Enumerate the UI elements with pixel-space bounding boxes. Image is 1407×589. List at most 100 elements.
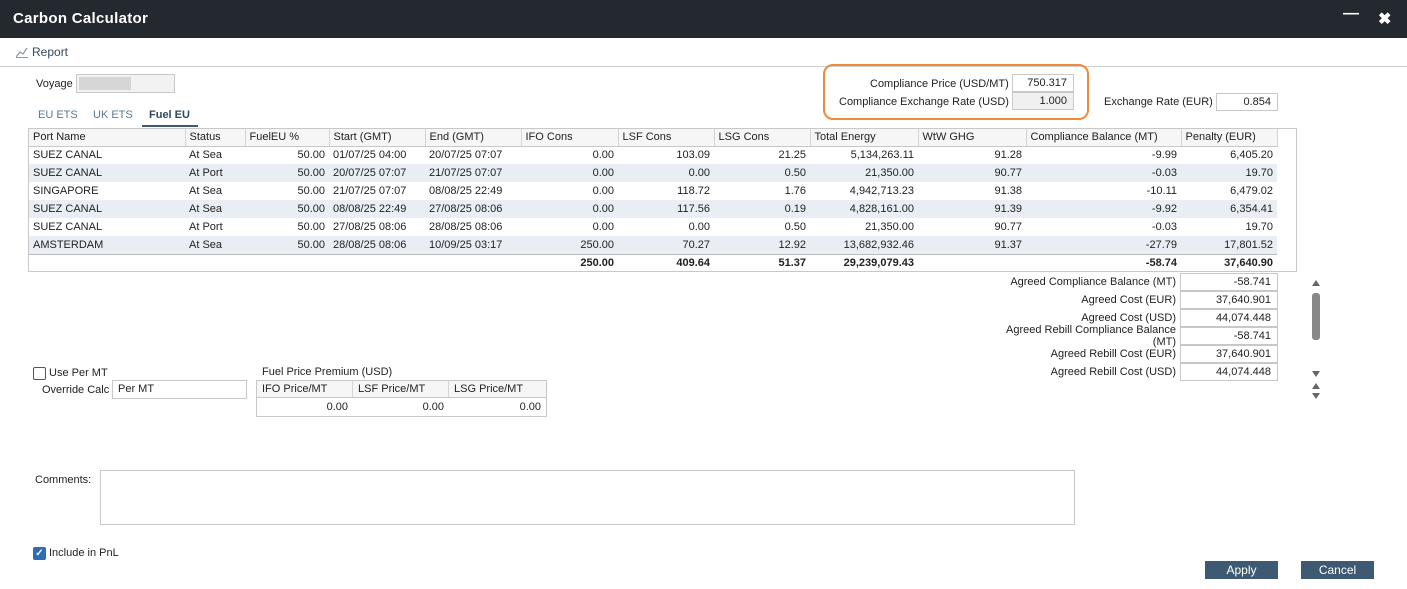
agreed-value-field[interactable]: 44,074.448 [1180, 363, 1278, 381]
total-cell: 51.37 [714, 253, 810, 271]
table-cell: 91.37 [918, 236, 1026, 254]
col-header-lsg[interactable]: LSG Cons [714, 129, 811, 147]
table-cell: 21,350.00 [810, 164, 918, 182]
table-cell: 50.00 [297, 185, 325, 197]
exchange-rate-label: Exchange Rate (EUR) [1104, 96, 1213, 108]
tab-eu-ets[interactable]: EU ETS [38, 109, 78, 121]
table-cell: 91.38 [994, 185, 1022, 197]
agreed-row: Agreed Rebill Cost (EUR) 37,640.901 [980, 345, 1278, 363]
exchange-rate-field[interactable]: 0.854 [1216, 93, 1278, 111]
table-cell: 13,682,932.46 [810, 236, 918, 254]
table-cell: 0.00 [521, 200, 618, 218]
scroll-down-small-icon[interactable] [1312, 393, 1320, 399]
table-cell: 21,350.00 [865, 221, 914, 233]
table-cell: 103.09 [676, 149, 710, 162]
table-cell: -9.99 [1151, 149, 1177, 162]
col-header-compliance-balance[interactable]: Compliance Balance (MT) [1026, 129, 1182, 147]
col-header-end[interactable]: End (GMT) [425, 129, 522, 147]
apply-button[interactable]: Apply [1205, 561, 1278, 579]
table-cell: 5,134,263.11 [850, 149, 914, 162]
tab-uk-ets[interactable]: UK ETS [93, 109, 133, 121]
grid-scrollbar[interactable] [1307, 275, 1325, 401]
highlight-outline [823, 64, 1089, 120]
agreed-label: Agreed Compliance Balance (MT) [1010, 276, 1176, 288]
table-cell: At Sea [189, 185, 223, 197]
table-row[interactable]: SUEZ CANAL At Sea 50.00 08/08/25 22:49 27/08… [29, 200, 1277, 218]
fpp-header-lsf: LSF Price/MT [353, 381, 449, 398]
col-header-start[interactable]: Start (GMT) [329, 129, 426, 147]
agreed-value-field[interactable]: -58.741 [1180, 273, 1278, 291]
table-cell: At Sea [185, 236, 245, 254]
cancel-button[interactable]: Cancel [1301, 561, 1374, 579]
table-cell: 0.00 [618, 164, 714, 182]
table-cell: 0.00 [592, 221, 614, 233]
table-cell: SUEZ CANAL [33, 149, 103, 162]
fpp-value-ifo[interactable]: 0.00 [257, 401, 353, 418]
table-cell: At Sea [185, 200, 245, 218]
close-icon[interactable]: ✖ [1378, 9, 1391, 29]
use-per-mt-checkbox[interactable] [33, 367, 46, 380]
agreed-row: Agreed Rebill Cost (USD) 44,074.448 [980, 363, 1278, 381]
table-cell: 28/08/25 08:06 [329, 236, 425, 254]
col-header-penalty[interactable]: Penalty (EUR) [1181, 129, 1278, 147]
col-header-status[interactable]: Status [185, 129, 246, 147]
fpp-value-lsf[interactable]: 0.00 [353, 401, 449, 418]
agreed-value-field[interactable]: -58.741 [1180, 327, 1278, 345]
include-pnl-checkbox[interactable]: ✓ [33, 547, 46, 560]
active-tab-indicator [142, 125, 198, 127]
col-header-ifo[interactable]: IFO Cons [521, 129, 619, 147]
voyage-grid: Port Name Status FuelEU % Start (GMT) En… [28, 128, 1320, 399]
col-header-fueleu[interactable]: FuelEU % [245, 129, 330, 147]
table-cell: 6,354.41 [1181, 200, 1277, 218]
grid-header-row: Port Name Status FuelEU % Start (GMT) En… [29, 129, 1278, 147]
voyage-field[interactable] [76, 74, 175, 93]
agreed-panel: Agreed Compliance Balance (MT) -58.741 Agr… [980, 273, 1278, 381]
comments-textarea[interactable] [100, 470, 1075, 525]
total-cell [185, 253, 245, 271]
table-cell: 21/07/25 07:07 [425, 164, 521, 182]
fpp-value-lsg[interactable]: 0.00 [449, 401, 546, 418]
minimize-icon[interactable]: — [1343, 5, 1359, 23]
table-row[interactable]: SUEZ CANAL At Sea 50.00 01/07/25 04:00 20/07… [29, 146, 1277, 164]
override-calc-field[interactable]: Per MT [112, 380, 247, 399]
table-cell: 50.00 [245, 164, 329, 182]
scroll-down-icon[interactable] [1312, 371, 1320, 377]
table-cell: 6,479.02 [1230, 185, 1273, 197]
table-row[interactable]: SINGAPORE At Sea 50.00 21/07/25 07:07 08/08/… [29, 182, 1277, 200]
table-cell: 19.70 [1245, 221, 1273, 233]
chart-icon [16, 47, 28, 58]
grid-table: Port Name Status FuelEU % Start (GMT) En… [29, 129, 1278, 271]
col-header-lsf[interactable]: LSF Cons [618, 129, 715, 147]
table-cell: 50.00 [245, 200, 329, 218]
toolbar-divider [0, 66, 1407, 67]
scroll-up-icon[interactable] [1312, 280, 1320, 286]
agreed-label: Agreed Cost (EUR) [1081, 294, 1176, 306]
total-cell [29, 253, 185, 271]
comments-label: Comments: [35, 474, 92, 486]
tab-fuel-eu[interactable]: Fuel EU [149, 109, 190, 121]
table-cell: 90.77 [918, 164, 1026, 182]
agreed-row: Agreed Cost (EUR) 37,640.901 [980, 291, 1278, 309]
agreed-value-field[interactable]: 44,074.448 [1180, 309, 1278, 327]
table-cell: 0.00 [592, 149, 614, 162]
table-row[interactable]: AMSTERDAM At Sea 50.00 28/08/25 08:06 10/09/… [29, 236, 1277, 254]
agreed-label: Agreed Cost (USD) [1081, 312, 1176, 324]
table-cell: 4,942,713.23 [849, 185, 914, 197]
col-header-port[interactable]: Port Name [29, 129, 186, 147]
voyage-label: Voyage [36, 78, 73, 90]
table-row[interactable]: SUEZ CANAL At Port 50.00 20/07/25 07:07 21/0… [29, 164, 1277, 182]
scroll-up-small-icon[interactable] [1312, 383, 1320, 389]
agreed-value-field[interactable]: 37,640.901 [1180, 291, 1278, 309]
agreed-value-field[interactable]: 37,640.901 [1180, 345, 1278, 363]
table-cell: At Sea [189, 149, 223, 162]
col-header-total-energy[interactable]: Total Energy [810, 129, 919, 147]
table-row[interactable]: SUEZ CANAL At Port 50.00 27/08/25 08:06 28/0… [29, 218, 1277, 236]
table-cell: 08/08/25 22:49 [329, 200, 425, 218]
col-header-wtw[interactable]: WtW GHG [918, 129, 1027, 147]
table-cell: At Port [189, 221, 223, 233]
table-cell: 19.70 [1181, 164, 1277, 182]
table-cell: -10.11 [1146, 185, 1177, 197]
total-cell [329, 253, 425, 271]
report-button[interactable]: Report [16, 45, 68, 59]
scroll-thumb[interactable] [1312, 293, 1320, 340]
